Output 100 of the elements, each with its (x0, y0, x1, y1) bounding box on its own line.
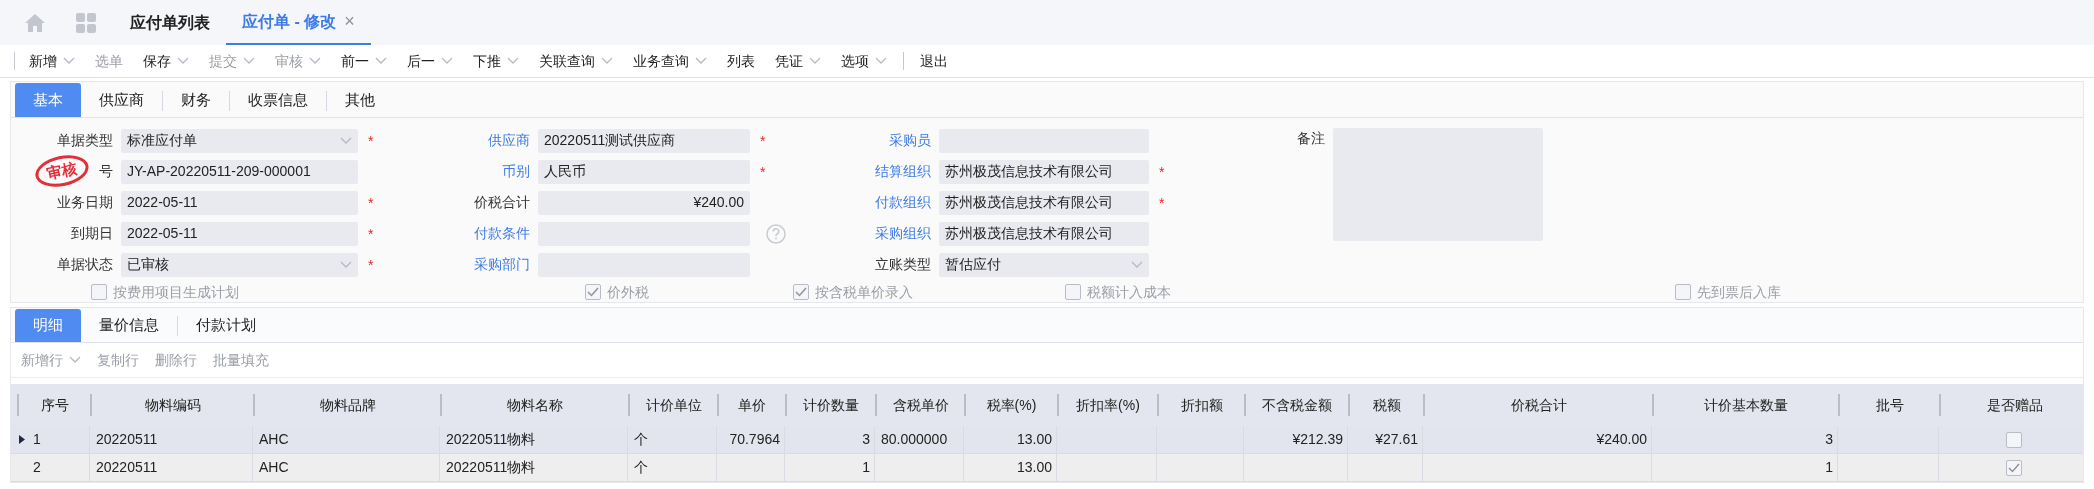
table-cell: 2 (11, 454, 90, 481)
input-field[interactable]: 苏州极茂信息技术有限公司 (939, 190, 1149, 215)
field-label-link[interactable]: 币别 (502, 161, 530, 182)
required-mark: * (1159, 164, 1165, 179)
form-tab[interactable]: 收票信息 (230, 83, 326, 117)
input-field[interactable]: 2022-05-11 (121, 221, 358, 246)
field-label: 立账类型 (875, 255, 931, 274)
field-label: 价税合计 (474, 193, 530, 212)
toolbar-button[interactable]: 保存 (133, 50, 199, 72)
field-label: 到期日 (71, 224, 113, 243)
toolbar-button[interactable]: 前一 (331, 50, 397, 72)
required-mark: * (760, 133, 766, 148)
dropdown-field[interactable]: 标准应付单 (121, 128, 358, 153)
table-cell: ¥240.00 (1423, 426, 1652, 453)
input-field[interactable]: 人民币 (538, 159, 750, 184)
table-cell: 20220511 (90, 454, 253, 481)
field-label: 单据状态 (57, 255, 113, 274)
table-cell: AHC (253, 454, 440, 481)
table-cell: 3 (1652, 426, 1838, 453)
table-cell: AHC (253, 426, 440, 453)
column-header: 物料名称 (440, 394, 628, 416)
column-header: 序号 (17, 394, 90, 416)
field-label-link[interactable]: 结算组织 (875, 161, 931, 182)
form-tab[interactable]: 其他 (327, 83, 393, 117)
page-tab[interactable]: 应付单 - 修改 × (226, 0, 371, 45)
field-label-link[interactable]: 供应商 (488, 130, 530, 151)
required-mark: * (368, 257, 374, 272)
field-label: 业务日期 (57, 193, 113, 212)
required-mark: * (368, 133, 374, 148)
table-cell: 20220511物料 (440, 454, 628, 481)
column-header: 含税单价 (875, 394, 964, 416)
field-label-link[interactable]: 付款组织 (875, 192, 931, 213)
table-cell: 20220511 (90, 426, 253, 453)
toolbar-button[interactable]: 选项 (831, 50, 897, 72)
table-cell: 20220511物料 (440, 426, 628, 453)
table-cell: 70.7964 (717, 426, 785, 453)
form-tab[interactable]: 财务 (163, 83, 229, 117)
column-header: 计价基本数量 (1652, 394, 1838, 416)
column-header: 不含税金额 (1244, 394, 1348, 416)
input-field[interactable]: 苏州极茂信息技术有限公司 (939, 221, 1149, 246)
option-label: 价外税 (607, 282, 649, 302)
column-header: 税率(%) (964, 394, 1057, 416)
column-header: 折扣额 (1157, 394, 1244, 416)
page-tab[interactable]: 应付单列表 (114, 0, 226, 45)
toolbar-button[interactable]: 下推 (463, 50, 529, 72)
column-header: 计价数量 (785, 394, 875, 416)
detail-tab[interactable]: 量价信息 (81, 309, 177, 342)
field-label-link[interactable]: 采购部门 (474, 254, 530, 275)
detail-tab[interactable]: 付款计划 (178, 309, 274, 342)
table-row[interactable]: 2 20220511 AHC 20220511物料 个 1 13.00 1 (11, 454, 2083, 482)
table-cell: 3 (785, 426, 875, 453)
required-mark: * (368, 226, 374, 241)
dropdown-field[interactable]: 已审核 (121, 252, 358, 277)
field-label-link[interactable]: 采购员 (889, 130, 931, 151)
table-cell: 13.00 (964, 426, 1057, 453)
column-header: 批号 (1838, 394, 1939, 416)
toolbar-button[interactable]: 退出 (910, 50, 958, 72)
column-header: 计价单位 (628, 394, 717, 416)
column-header: 价税合计 (1423, 394, 1652, 416)
required-mark: * (1159, 195, 1165, 210)
option-label: 先到票后入库 (1697, 282, 1781, 302)
column-header: 物料品牌 (253, 394, 440, 416)
input-field[interactable]: 20220511测试供应商 (538, 128, 750, 153)
table-cell: 个 (628, 426, 717, 453)
table-cell: 80.000000 (875, 426, 964, 453)
table-row[interactable]: 1 20220511 AHC 20220511物料 个 70.7964 3 80.000000 13.00 ¥212.39 ¥27.61 ¥240.00 3 (11, 426, 2083, 454)
toolbar-button[interactable]: 后一 (397, 50, 463, 72)
required-mark: * (368, 195, 374, 210)
option-label: 按费用项目生成计划 (113, 282, 239, 302)
field-label-link[interactable]: 采购组织 (875, 223, 931, 244)
table-cell: 个 (628, 454, 717, 481)
input-field[interactable]: ¥240.00 (538, 190, 750, 215)
column-header: 是否赠品 (1939, 394, 2089, 416)
table-cell: 1 (1652, 454, 1838, 481)
table-cell: 1 (11, 426, 90, 453)
field-label: 单据类型 (57, 131, 113, 150)
table-cell: 13.00 (964, 454, 1057, 481)
table-cell: ¥27.61 (1348, 426, 1423, 453)
column-header: 税额 (1348, 394, 1423, 416)
toolbar-button[interactable]: 业务查询 (623, 50, 717, 72)
field-label: 号 (99, 162, 113, 181)
option-label: 税额计入成本 (1087, 282, 1171, 302)
column-header: 单价 (717, 394, 785, 416)
column-header: 折扣率(%) (1057, 394, 1157, 416)
input-field[interactable]: JY-AP-20220511-209-000001 (121, 159, 358, 184)
column-header: 物料编码 (90, 394, 253, 416)
field-label-link[interactable]: 付款条件 (474, 223, 530, 244)
required-mark: * (760, 164, 766, 179)
toolbar-button[interactable]: 凭证 (765, 50, 831, 72)
input-field[interactable]: 2022-05-11 (121, 190, 358, 215)
input-field[interactable]: 苏州极茂信息技术有限公司 (939, 159, 1149, 184)
table-cell: 1 (785, 454, 875, 481)
toolbar-button[interactable]: 列表 (717, 50, 765, 72)
option-label: 按含税单价录入 (815, 282, 913, 302)
table-cell: ¥212.39 (1244, 426, 1348, 453)
field-label: 备注 (1297, 129, 1325, 148)
form-tab[interactable]: 供应商 (81, 83, 162, 117)
dropdown-field[interactable]: 暂估应付 (939, 252, 1149, 277)
toolbar-button[interactable]: 新增 (19, 50, 85, 72)
toolbar-button[interactable]: 关联查询 (529, 50, 623, 72)
